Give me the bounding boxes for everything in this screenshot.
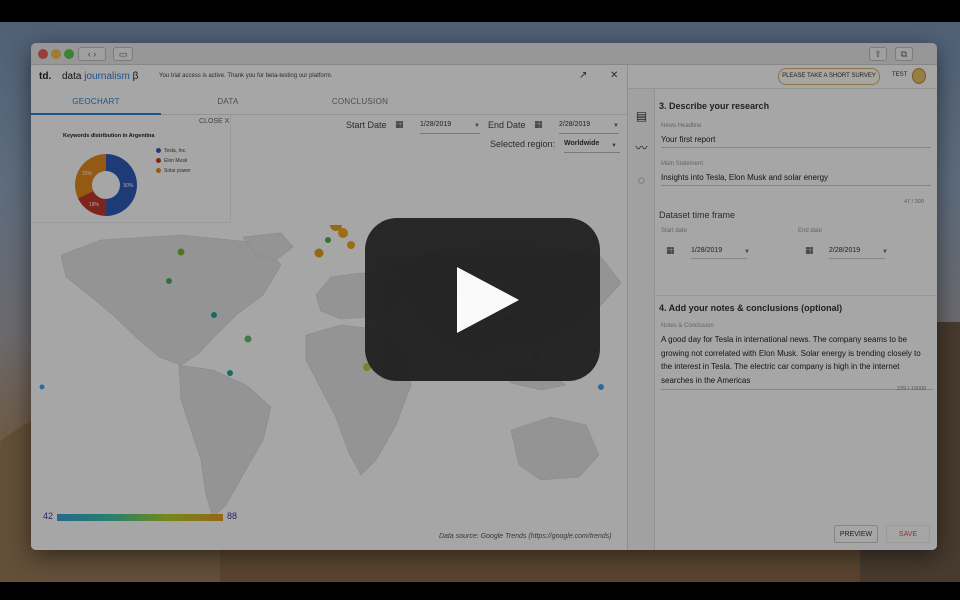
donut-chart: 50% 18% 32% — [75, 154, 137, 216]
statement-counter: 47 / 300 — [904, 199, 924, 205]
calendar-icon[interactable]: ▦ — [666, 245, 675, 256]
survey-button[interactable]: PLEASE TAKE A SHORT SURVEY — [778, 68, 880, 85]
end-date-input[interactable]: 2/28/2019 — [559, 121, 619, 134]
side-rail: ▤ 〰 ◌ — [628, 89, 655, 550]
donut-slice-label: 18% — [89, 202, 100, 208]
legend-swatch-solar — [156, 168, 161, 173]
calendar-icon[interactable]: ▦ — [395, 119, 404, 130]
section4-title: 4. Add your notes & conclusions (optiona… — [659, 303, 843, 313]
browser-titlebar: ‹ › ▭ ⇪ ⧉ — [31, 43, 937, 65]
trend-line-icon[interactable]: 〰 — [633, 141, 650, 155]
end-date-field-label: End date — [798, 228, 823, 234]
close-icon[interactable]: ✕ — [610, 70, 618, 81]
close-light-icon[interactable] — [38, 49, 48, 59]
calendar-icon[interactable]: ▦ — [534, 119, 543, 130]
sidebar-toggle-icon[interactable]: ▭ — [113, 47, 133, 61]
map-marker[interactable] — [325, 237, 331, 243]
headline-label: News Headline — [661, 123, 702, 129]
user-label: TEST — [892, 72, 908, 78]
map-marker[interactable] — [598, 384, 604, 390]
share-icon[interactable]: ⇪ — [869, 47, 887, 61]
zoom-light-icon[interactable] — [64, 49, 74, 59]
minimize-light-icon[interactable] — [51, 49, 61, 59]
map-marker[interactable] — [244, 335, 252, 343]
end-date-label: End Date — [488, 120, 526, 130]
map-marker[interactable] — [347, 241, 355, 249]
tab-data[interactable]: DATA — [163, 89, 293, 115]
section3-title: 3. Describe your research — [659, 101, 770, 111]
legend-label-tesla: Tesla, Inc. — [164, 148, 187, 154]
start-date-field[interactable]: 1/28/2019 — [691, 247, 747, 259]
brand-logo: td. — [39, 71, 52, 82]
tab-bar: GEOCHART DATA CONCLUSION — [31, 89, 628, 115]
video-frame: ‹ › ▭ ⇪ ⧉ td. data journalism β You tria… — [0, 0, 960, 600]
map-marker[interactable] — [177, 248, 185, 256]
chevron-down-icon[interactable]: ▼ — [474, 123, 480, 129]
donut-slice-label: 50% — [123, 183, 134, 189]
chevron-down-icon[interactable]: ▼ — [611, 143, 617, 149]
data-source-caption: Data source: Google Trends (https://goog… — [439, 533, 612, 540]
map-marker[interactable] — [227, 370, 233, 376]
legend-label-elon: Elon Musk — [164, 158, 188, 164]
brand-accent: journalism — [84, 71, 130, 82]
map-marker[interactable] — [166, 278, 172, 284]
start-date-label: Start Date — [346, 120, 387, 130]
donut-chart-icon[interactable]: ◌ — [633, 173, 650, 187]
brand-name: data journalism β — [62, 71, 138, 82]
tabs-icon[interactable]: ⧉ — [895, 47, 913, 61]
legend-swatch-elon — [156, 158, 161, 163]
scale-min-label: 42 — [43, 511, 54, 521]
divider — [655, 295, 937, 296]
letterbox-bottom — [0, 582, 960, 600]
calendar-icon[interactable]: ▦ — [805, 245, 814, 256]
map-marker[interactable] — [314, 248, 324, 258]
region-label: Selected region: — [490, 139, 556, 149]
external-link-icon[interactable]: ↗ — [579, 70, 587, 81]
avatar[interactable] — [912, 68, 926, 84]
notes-label: Notes & Conclusion — [661, 323, 714, 329]
start-date-field-label: Start date — [661, 228, 688, 234]
report-header: PLEASE TAKE A SHORT SURVEY TEST — [628, 65, 937, 89]
tab-conclusion[interactable]: CONCLUSION — [295, 89, 425, 115]
tab-geochart[interactable]: GEOCHART — [31, 89, 161, 115]
donut-card: CLOSE X Keywords distribution in Argenti… — [31, 115, 231, 223]
scale-max-label: 88 — [227, 511, 238, 521]
start-date-input[interactable]: 1/28/2019 — [420, 121, 480, 134]
map-marker[interactable] — [211, 312, 217, 318]
statement-field[interactable]: Insights into Tesla, Elon Musk and solar… — [661, 173, 931, 186]
play-icon — [457, 267, 519, 333]
notes-counter: 239 / 10000 — [897, 386, 927, 392]
play-button[interactable] — [365, 218, 600, 381]
map-marker[interactable] — [39, 384, 45, 390]
statement-label: Main Statement — [661, 161, 704, 167]
chevron-down-icon[interactable]: ▼ — [613, 123, 619, 129]
back-forward-buttons[interactable]: ‹ › — [78, 47, 106, 61]
notes-textarea[interactable]: A good day for Tesla in international ne… — [661, 333, 933, 390]
map-marker[interactable] — [338, 228, 348, 238]
color-scale-bar — [57, 514, 223, 521]
brand-beta: β — [132, 71, 139, 82]
headline-field[interactable]: Your first report — [661, 135, 931, 148]
trial-notice: You trial access is active. Thank you fo… — [159, 73, 333, 79]
donut-slice-label: 32% — [82, 171, 93, 177]
legend-label-solar: Solar power — [164, 168, 191, 174]
chevron-down-icon[interactable]: ▼ — [744, 249, 750, 255]
chevron-down-icon[interactable]: ▼ — [882, 249, 888, 255]
legend-swatch-tesla — [156, 148, 161, 153]
brand-word: data — [62, 71, 82, 82]
timeframe-title: Dataset time frame — [659, 210, 736, 220]
end-date-field[interactable]: 2/28/2019 — [829, 247, 885, 259]
report-pane: PLEASE TAKE A SHORT SURVEY TEST ▤ 〰 ◌ 3.… — [628, 65, 937, 550]
save-button[interactable]: SAVE — [886, 525, 930, 543]
preview-button[interactable]: PREVIEW — [834, 525, 878, 543]
news-card-icon[interactable]: ▤ — [633, 109, 650, 123]
